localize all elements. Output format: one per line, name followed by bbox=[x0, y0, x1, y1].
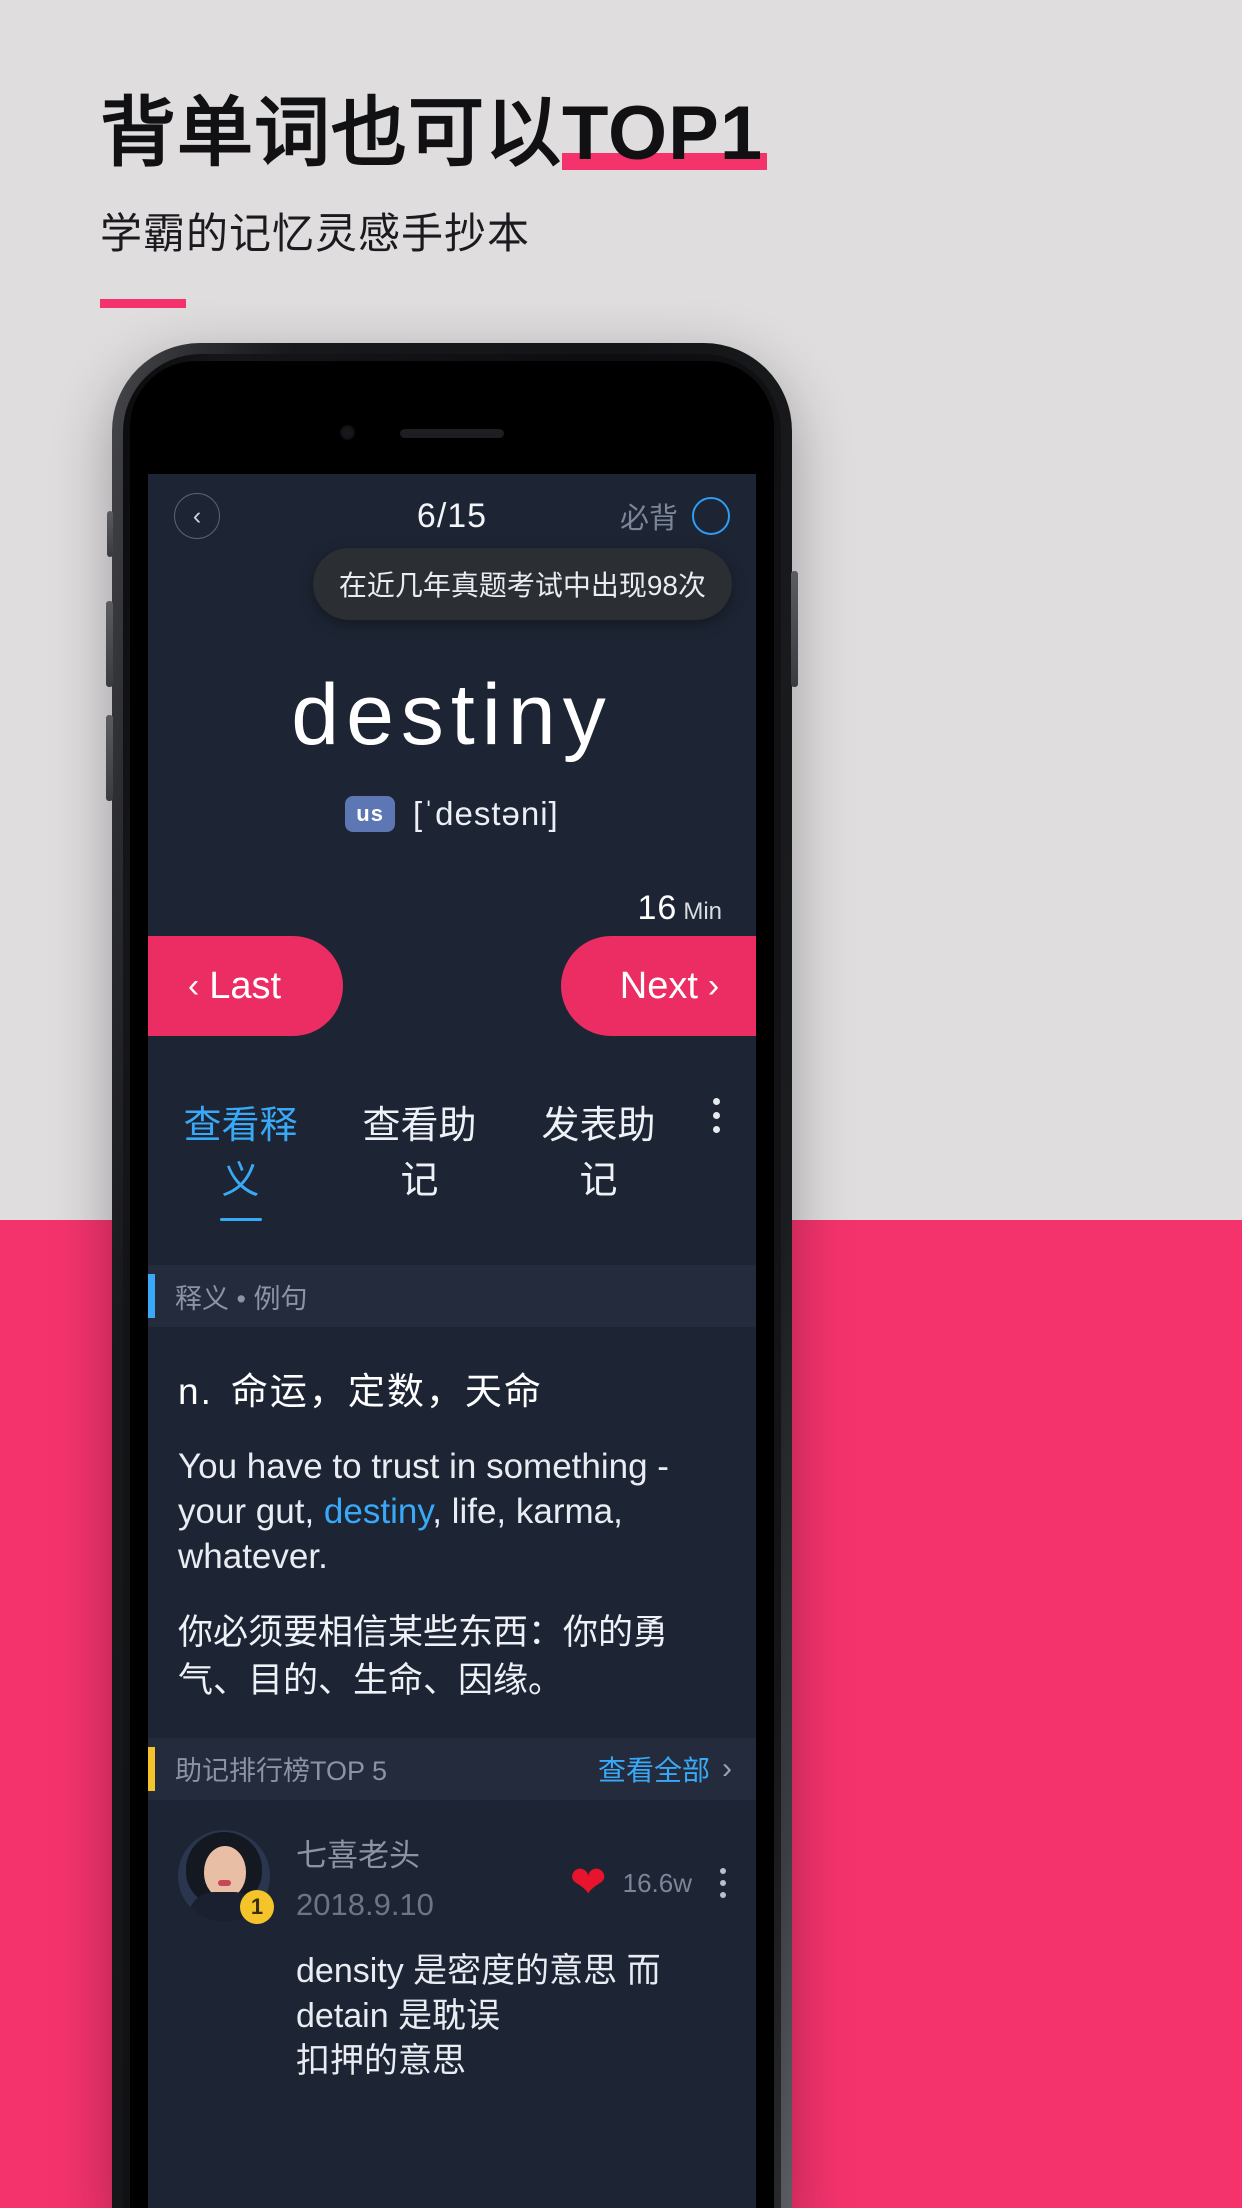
definition-section-title: 释义 • 例句 bbox=[175, 1283, 308, 1314]
tab-definition-label: 查看释义 bbox=[183, 1105, 298, 1202]
content-tabs: 查看释义 查看助记 发表助记 bbox=[148, 1048, 756, 1231]
earpiece-speaker bbox=[400, 429, 504, 438]
word-counter: 6/15 bbox=[416, 496, 488, 535]
comment-body-line2: 扣押的意思 bbox=[296, 2041, 466, 2080]
chevron-right-icon: › bbox=[707, 966, 720, 1005]
word-text: destiny bbox=[291, 667, 613, 763]
next-button[interactable]: Next › bbox=[561, 936, 756, 1036]
timer-value: 16 bbox=[637, 889, 678, 927]
heart-icon[interactable]: ❤ bbox=[570, 1861, 607, 1905]
kebab-dot bbox=[713, 1098, 720, 1105]
kebab-menu-icon[interactable] bbox=[713, 1094, 720, 1133]
phonetic-text: [ˈdestəni] bbox=[412, 795, 559, 832]
app-screen: ‹ 6/15 必背 在近几年真题考试中出现98次 destiny us [ˈde… bbox=[148, 474, 756, 2208]
sentence-highlight-word: destiny bbox=[323, 1491, 433, 1531]
tab-post-mnemonic[interactable]: 发表助记 bbox=[534, 1094, 663, 1231]
like-count: 16.6w bbox=[622, 1867, 692, 1898]
front-camera-icon bbox=[340, 425, 355, 440]
accent-divider bbox=[100, 299, 186, 308]
example-sentence-line1: You have to trust in something - bbox=[178, 1447, 669, 1486]
ranking-section-header: 助记排行榜TOP 5 查看全部 › bbox=[148, 1737, 756, 1800]
tab-definition[interactable]: 查看释义 bbox=[176, 1094, 305, 1231]
next-button-label: Next bbox=[619, 964, 698, 1007]
comment-actions: ❤ 16.6w bbox=[570, 1830, 726, 1923]
tab-mnemonics[interactable]: 查看助记 bbox=[355, 1094, 484, 1231]
view-all-button[interactable]: 查看全部 › bbox=[598, 1749, 732, 1789]
timer-unit: Min bbox=[683, 898, 722, 925]
tab-active-underline bbox=[219, 1218, 262, 1221]
chevron-right-icon: › bbox=[722, 1751, 732, 1785]
page-title: 背单词也可以TOP1 bbox=[100, 91, 768, 176]
view-all-label: 查看全部 bbox=[597, 1754, 710, 1786]
poster-headline-block: 背单词也可以TOP1 学霸的记忆灵感手抄本 bbox=[100, 91, 768, 308]
phonetic-row[interactable]: us [ˈdestəni] bbox=[148, 795, 756, 833]
avatar-lips bbox=[218, 1879, 231, 1886]
kebab-dot bbox=[713, 1126, 720, 1133]
phone-power-button[interactable] bbox=[791, 571, 798, 687]
comment-body-line1: density 是密度的意思 而 detain 是耽误 bbox=[296, 1951, 661, 2035]
sentence-before: your gut, bbox=[178, 1491, 324, 1531]
ranking-section-title: 助记排行榜TOP 5 bbox=[175, 1756, 388, 1787]
tab-post-mnemonic-label: 发表助记 bbox=[541, 1105, 656, 1202]
tab-mnemonics-label: 查看助记 bbox=[362, 1105, 477, 1202]
example-sentence: You have to trust in something - your gu… bbox=[178, 1445, 726, 1579]
part-of-speech: n. bbox=[178, 1371, 213, 1412]
phone-volume-down-button[interactable] bbox=[106, 715, 113, 801]
section-accent-bar bbox=[148, 1746, 155, 1791]
definition-meaning: 命运，定数，天命 bbox=[230, 1371, 543, 1412]
phone-volume-up-button[interactable] bbox=[106, 601, 113, 687]
kebab-dot bbox=[713, 1112, 720, 1119]
last-button[interactable]: ‹ Last bbox=[148, 936, 343, 1036]
example-sentence-line2: your gut, destiny, life, karma, whatever… bbox=[178, 1490, 726, 1580]
definition-content: n. 命运，定数，天命 You have to trust in somethin… bbox=[148, 1327, 756, 1704]
chevron-left-icon: ‹ bbox=[187, 966, 200, 1005]
frequency-tooltip: 在近几年真题考试中出现98次 bbox=[312, 548, 732, 620]
app-nav-bar: ‹ 6/15 必背 bbox=[148, 474, 756, 558]
kebab-dot bbox=[720, 1880, 726, 1887]
phone-silent-switch[interactable] bbox=[107, 511, 113, 557]
poster-subtitle: 学霸的记忆灵感手抄本 bbox=[100, 210, 531, 257]
phone-mockup: ‹ 6/15 必背 在近几年真题考试中出现98次 destiny us [ˈde… bbox=[106, 343, 798, 2208]
example-translation: 你必须要相信某些东西：你的勇气、目的、生命、因缘。 bbox=[178, 1613, 669, 1700]
avatar[interactable]: 1 bbox=[178, 1829, 274, 1924]
kebab-dot bbox=[720, 1892, 726, 1899]
definition-section-header: 释义 • 例句 bbox=[148, 1265, 756, 1327]
comment-meta: 七喜老头 2018.9.10 bbox=[296, 1830, 570, 1923]
definition-line: n. 命运，定数，天命 bbox=[178, 1361, 726, 1415]
kebab-dot bbox=[720, 1868, 726, 1875]
comment-user-name[interactable]: 七喜老头 bbox=[296, 1830, 570, 1875]
phone-screen: ‹ 6/15 必背 在近几年真题考试中出现98次 destiny us [ˈde… bbox=[130, 361, 774, 2208]
last-button-label: Last bbox=[209, 964, 282, 1007]
avatar-face bbox=[204, 1845, 246, 1898]
word-nav-buttons: ‹ Last Next › bbox=[148, 936, 756, 1048]
kebab-menu-icon[interactable] bbox=[720, 1868, 726, 1899]
headline-prefix: 背单词也可以 bbox=[100, 91, 562, 176]
headline-highlight: TOP1 bbox=[562, 91, 768, 176]
list-item[interactable]: 1 七喜老头 2018.9.10 ❤ 16.6w bbox=[148, 1800, 756, 1924]
comment-body: density 是密度的意思 而 detain 是耽误 扣押的意思 bbox=[148, 1923, 756, 2084]
comment-date: 2018.9.10 bbox=[296, 1886, 434, 1922]
rank-badge: 1 bbox=[240, 1889, 274, 1924]
section-accent-bar bbox=[148, 1274, 155, 1318]
accent-badge-us[interactable]: us bbox=[345, 796, 395, 832]
review-timer: 16 Min bbox=[148, 889, 756, 928]
